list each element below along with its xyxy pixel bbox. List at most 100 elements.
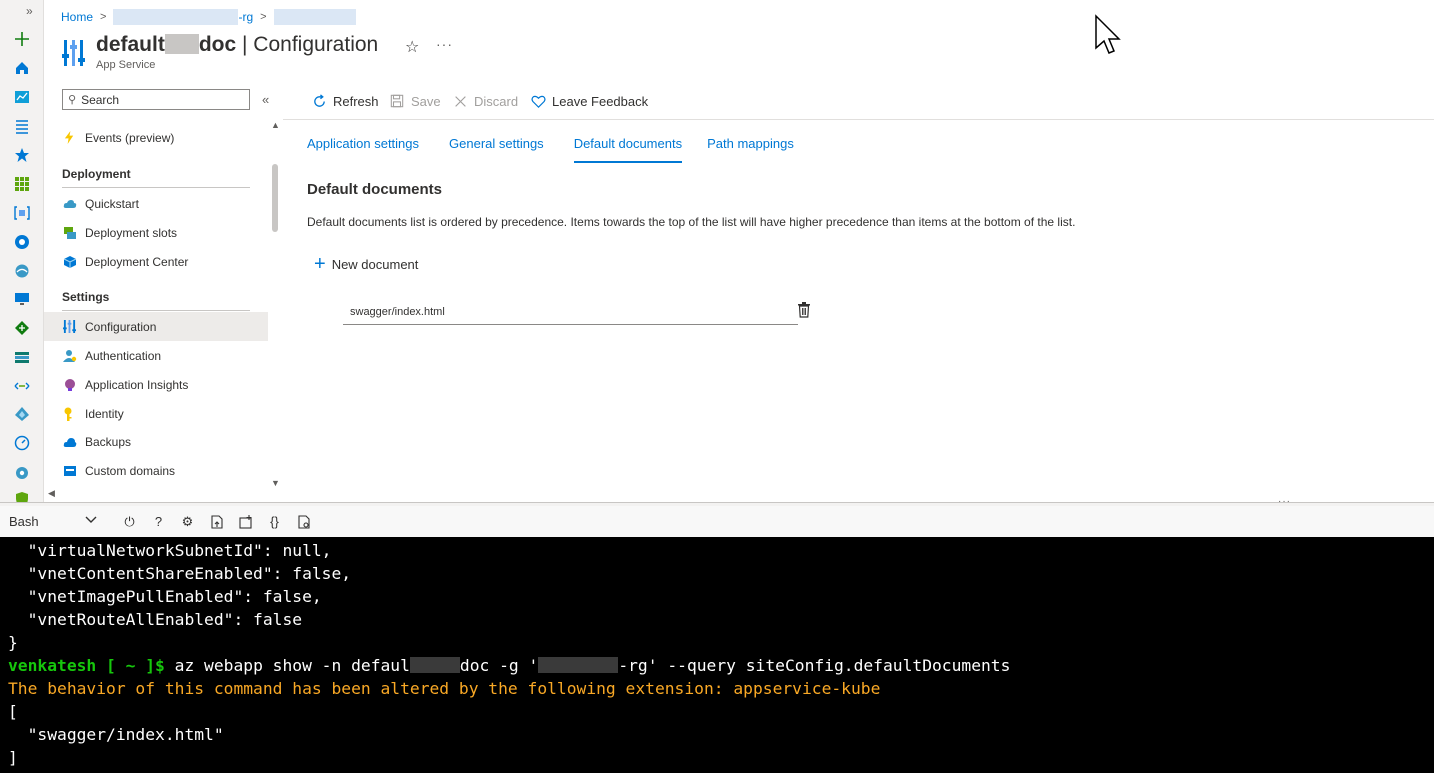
redacted-command-part (409, 657, 460, 673)
new-session-icon[interactable] (231, 514, 260, 529)
menu-section-deployment: Deployment (62, 167, 250, 188)
search-icon: ⚲ (68, 94, 77, 106)
monitor-icon[interactable] (13, 434, 31, 452)
home-icon[interactable] (13, 59, 31, 77)
terminal-line: "vnetRouteAllEnabled": false (8, 610, 303, 629)
menu-item-backups[interactable]: Backups (44, 427, 268, 456)
custom-domains-icon (62, 463, 77, 478)
terminal-line: "vnetImagePullEnabled": false, (8, 587, 322, 606)
editor-braces-icon[interactable]: {} (260, 514, 289, 529)
document-value: swagger/index.html (350, 306, 445, 318)
dashboard-icon[interactable] (13, 88, 31, 106)
menu-item-identity[interactable]: Identity (44, 399, 268, 428)
section-description: Default documents list is ordered by pre… (307, 215, 1076, 229)
function-app-icon[interactable] (13, 262, 31, 280)
chevron-right-icon: > (100, 11, 107, 23)
upload-download-icon[interactable] (202, 514, 231, 529)
terminal-line: "vnetContentShareEnabled": false, (8, 564, 352, 583)
terminal-warning: The behavior of this command has been al… (8, 679, 881, 698)
quickstart-cloud-icon (62, 196, 77, 211)
deployment-center-cube-icon (62, 254, 77, 269)
terminal-line: ] (8, 748, 18, 767)
plus-icon: + (314, 253, 326, 275)
leave-feedback-button[interactable]: Leave Feedback (530, 93, 648, 109)
breadcrumb-resource-group[interactable]: -rg (238, 10, 253, 24)
tab-path-mappings[interactable]: Path mappings (707, 136, 794, 163)
document-input[interactable]: swagger/index.html (343, 300, 798, 325)
all-resources-grid-icon[interactable] (13, 175, 31, 193)
menu-item-deployment-slots[interactable]: Deployment slots (44, 218, 268, 247)
load-balancer-icon[interactable] (13, 319, 31, 337)
menu-item-deployment-center[interactable]: Deployment Center (44, 247, 268, 276)
application-insights-bulb-icon (62, 377, 77, 392)
advisor-icon[interactable] (13, 463, 31, 481)
terminal-line: } (8, 633, 18, 652)
terminal-line: "swagger/index.html" (8, 725, 224, 744)
create-resource-icon[interactable] (13, 30, 31, 48)
tab-application-settings[interactable]: Application settings (307, 136, 419, 163)
cloud-shell-toolbar: Bash ⏻ ? ⚙ {} (0, 506, 1434, 537)
breadcrumb-home[interactable]: Home (61, 10, 93, 24)
azure-ad-icon[interactable] (13, 405, 31, 423)
more-options-icon[interactable]: ··· (436, 36, 453, 52)
terminal-command-line: venkatesh [ ~ ]$ az webapp show -n defau… (8, 656, 1011, 675)
resource-groups-icon[interactable] (13, 204, 31, 222)
close-icon (452, 93, 468, 109)
tab-general-settings[interactable]: General settings (449, 136, 544, 163)
storage-accounts-icon[interactable] (13, 348, 31, 366)
authentication-user-icon (62, 348, 77, 363)
web-preview-icon[interactable] (289, 514, 318, 529)
menu-item-events[interactable]: Events (preview) (44, 123, 268, 152)
redacted-app-name (273, 9, 356, 25)
redacted-subscription (113, 9, 239, 25)
bash-terminal[interactable]: "virtualNetworkSubnetId": null, "vnetCon… (0, 537, 1434, 773)
collapse-menu-icon[interactable]: « (262, 92, 269, 107)
menu-item-quickstart[interactable]: Quickstart (44, 189, 268, 218)
menu-section-settings: Settings (62, 290, 250, 311)
terminal-line: [ (8, 702, 18, 721)
scroll-down-arrow-icon[interactable]: ▼ (271, 478, 280, 488)
menu-item-application-insights[interactable]: Application Insights (44, 370, 268, 399)
save-disk-icon (389, 93, 405, 109)
page-title: default doc | Configuration (96, 33, 379, 56)
menu-item-configuration[interactable]: Configuration (44, 312, 268, 341)
virtual-machines-icon[interactable] (13, 290, 31, 308)
help-question-icon[interactable]: ? (144, 514, 173, 529)
new-document-button[interactable]: + New document (314, 253, 418, 275)
page-header: default doc | Configuration App Service (62, 32, 378, 71)
shell-prompt: venkatesh [ ~ ]$ (8, 656, 165, 675)
favorites-star-icon[interactable] (13, 146, 31, 164)
menu-search-input[interactable]: ⚲ Search (62, 89, 250, 110)
chevron-down-icon (85, 516, 97, 527)
command-bar: Refresh Save Discard Leave Feedback (283, 88, 1434, 120)
page-subtitle: App Service (96, 59, 156, 71)
restart-power-icon[interactable]: ⏻ (115, 514, 144, 530)
scrollbar-thumb[interactable] (272, 164, 278, 232)
app-services-icon[interactable] (13, 233, 31, 251)
menu-item-authentication[interactable]: Authentication (44, 341, 268, 370)
refresh-icon (311, 93, 327, 109)
menu-item-custom-domains[interactable]: Custom domains (44, 456, 268, 485)
shell-type-select[interactable]: Bash (9, 514, 97, 529)
deployment-slots-icon (62, 225, 77, 240)
all-services-icon[interactable] (13, 117, 31, 135)
tab-default-documents[interactable]: Default documents (573, 136, 683, 163)
expand-rail-icon[interactable]: » (26, 4, 33, 18)
settings-gear-icon[interactable]: ⚙ (173, 514, 202, 530)
virtual-networks-icon[interactable] (13, 377, 31, 395)
save-button[interactable]: Save (389, 93, 441, 109)
heart-icon (530, 93, 546, 109)
resource-menu: ⚲ Search « Events (preview) Deployment Q… (44, 84, 284, 502)
scroll-up-arrow-icon[interactable]: ▲ (271, 120, 280, 130)
lightning-icon (62, 130, 77, 145)
discard-button[interactable]: Discard (452, 93, 518, 109)
chevron-right-icon: > (260, 11, 267, 23)
favorite-star-icon[interactable]: ☆ (405, 37, 419, 57)
configuration-sliders-icon (62, 319, 77, 334)
backups-cloud-icon (62, 434, 77, 449)
scroll-left-arrow-icon[interactable]: ◀ (48, 488, 55, 499)
menu-scrollbar[interactable]: ▲ ▼ (271, 120, 280, 488)
configuration-tabs: Application settings General settings De… (307, 136, 824, 163)
delete-trash-icon[interactable] (797, 302, 812, 318)
refresh-button[interactable]: Refresh (311, 93, 379, 109)
